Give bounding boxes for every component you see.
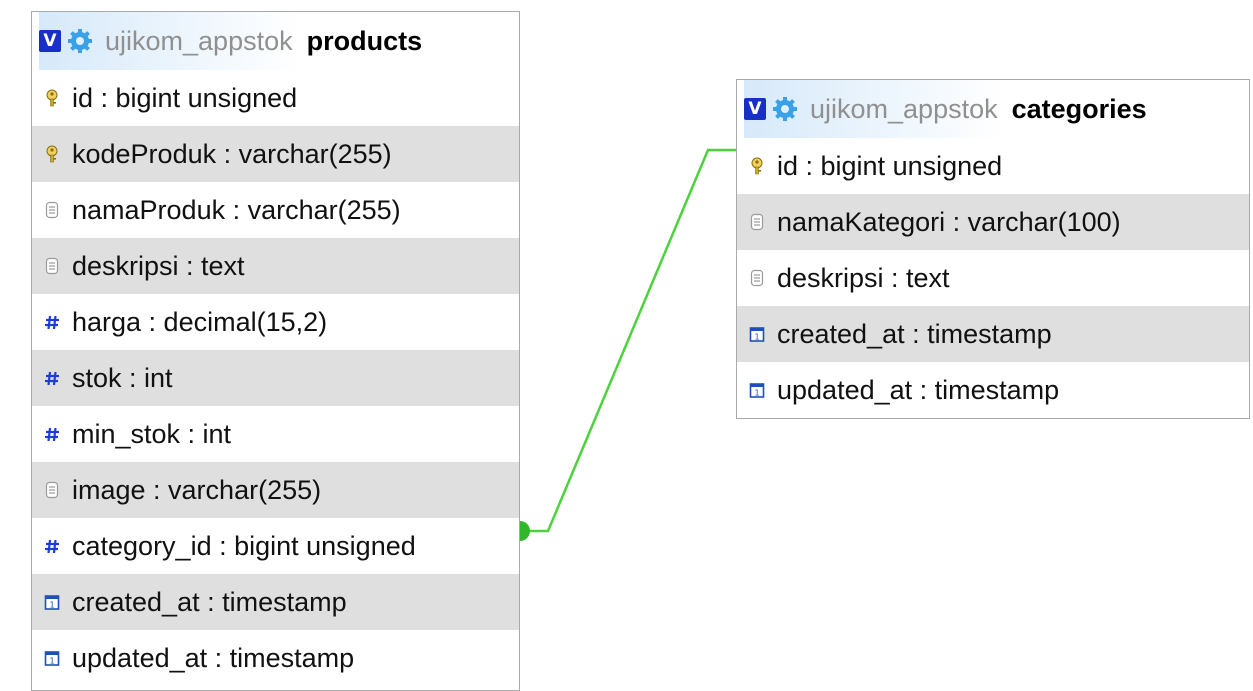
relation-line[interactable] [528, 148, 736, 533]
relation-connector [520, 148, 736, 541]
relation-end-marker [520, 521, 530, 541]
